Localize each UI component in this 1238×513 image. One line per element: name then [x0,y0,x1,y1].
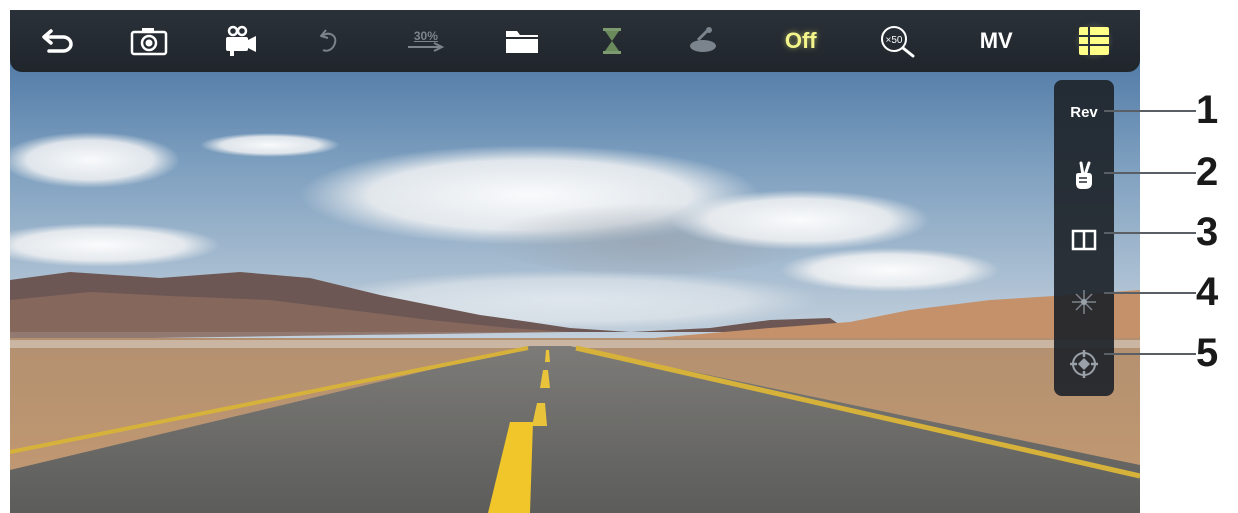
gesture-hand-icon [1076,161,1092,189]
zoom-button[interactable]: ×50 [878,21,918,61]
mv-button[interactable]: MV [969,21,1023,61]
menu-button[interactable] [1073,21,1114,61]
callout-number-3: 3 [1196,210,1219,254]
split-screen-button[interactable] [1054,218,1114,262]
camera-preview-screen: 30% Off ×50 MV Rev [10,10,1140,513]
hourglass-icon [603,28,622,54]
video-camera-icon [226,25,257,56]
side-menu-panel: Rev [1054,80,1114,396]
photo-capture-button[interactable] [129,21,169,61]
reverse-button[interactable]: Rev [1054,90,1114,134]
rev-label: Rev [1070,103,1098,121]
satellite-button[interactable] [683,21,723,61]
menu-grid-icon [1078,27,1109,55]
mv-label: MV [979,28,1013,53]
starburst-icon [1072,290,1096,314]
callout-line-4 [1104,292,1196,294]
top-toolbar: 30% Off ×50 MV [10,10,1140,72]
callout-number-4: 4 [1196,270,1219,314]
satellite-icon [690,27,717,52]
gesture-button[interactable] [1054,154,1114,198]
starburst-button[interactable] [1054,280,1114,324]
callout-line-2 [1104,172,1196,174]
off-label: Off [784,28,817,53]
folder-button[interactable] [502,21,542,61]
callout-number-5: 5 [1196,331,1219,375]
timer-button[interactable] [592,21,632,61]
percent-adjust-button[interactable]: 30% [401,21,451,61]
crosshair-target-icon [1070,350,1098,378]
callout-line-5 [1104,353,1196,355]
folder-icon [505,31,538,53]
split-screen-icon [1071,229,1097,251]
zoom-label: ×50 [886,35,903,46]
callout-line-3 [1104,232,1196,234]
zoom-magnifier-icon: ×50 [881,26,915,58]
callout-number-1: 1 [1196,88,1219,132]
callout-line-1 [1104,110,1196,112]
road-landscape-image [10,10,1140,513]
rotate-button[interactable] [310,21,350,61]
video-record-button[interactable] [219,21,259,61]
off-toggle-button[interactable]: Off [774,21,828,61]
camera-icon [130,28,167,56]
rotate-icon [320,29,337,52]
back-button[interactable] [38,21,78,61]
callout-number-2: 2 [1196,150,1219,194]
percent-label: 30% [413,29,438,43]
target-button[interactable] [1054,342,1114,386]
arrow-right-icon [407,42,445,52]
back-arrow-icon [42,29,73,53]
